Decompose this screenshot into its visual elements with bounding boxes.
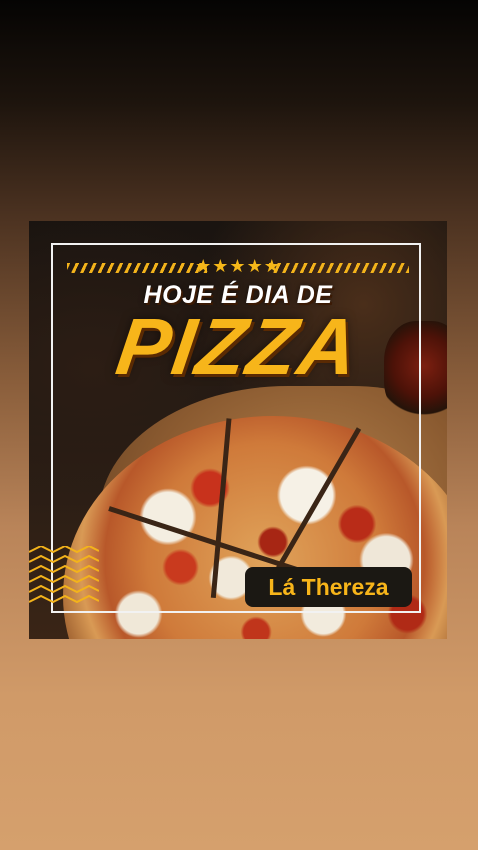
promo-title: PIZZA [111, 302, 365, 391]
pizza-promo-post: ★★★★★ HOJE É DIA DE PIZZA Lá Thereza [29, 221, 447, 639]
brand-badge: Lá Thereza [245, 567, 412, 607]
star-rating-icon: ★★★★★ [195, 256, 281, 277]
chevron-pattern-icon [29, 546, 99, 604]
